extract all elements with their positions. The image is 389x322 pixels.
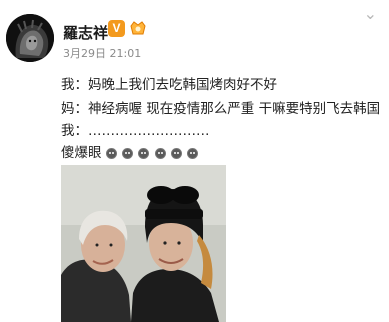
post-photo[interactable] — [61, 165, 226, 322]
post-text-line-2: 妈：神经病喔 现在疫情那么严重 干嘛要特别飞去韩国 — [61, 101, 381, 117]
avatar[interactable] — [6, 14, 54, 62]
shocked-emoji-icon — [105, 148, 117, 159]
shocked-emoji-icon — [122, 148, 134, 159]
shocked-emoji-icon — [187, 148, 199, 159]
verified-badge-icon: V — [108, 20, 125, 37]
member-badge-icon — [129, 20, 147, 37]
weibo-post-card: ⌄ 羅志祥 V 3月29日 21:01 我：妈晚上我们去吃韩国烤肉好不好 妈：神… — [0, 0, 389, 322]
emoji-group — [105, 147, 199, 163]
post-text-line-3: 我：……………………… — [61, 123, 210, 139]
shocked-emoji-icon — [138, 148, 150, 159]
post-text-line-1: 我：妈晚上我们去吃韩国烤肉好不好 — [61, 77, 277, 93]
post-text-line-4: 傻爆眼 — [61, 141, 199, 163]
more-options-icon[interactable]: ⌄ — [364, 6, 377, 22]
post-text-line-4-label: 傻爆眼 — [61, 145, 102, 161]
post-timestamp[interactable]: 3月29日 21:01 — [63, 45, 141, 61]
username[interactable]: 羅志祥 — [63, 22, 108, 43]
shocked-emoji-icon — [154, 148, 166, 159]
shocked-emoji-icon — [170, 148, 182, 159]
